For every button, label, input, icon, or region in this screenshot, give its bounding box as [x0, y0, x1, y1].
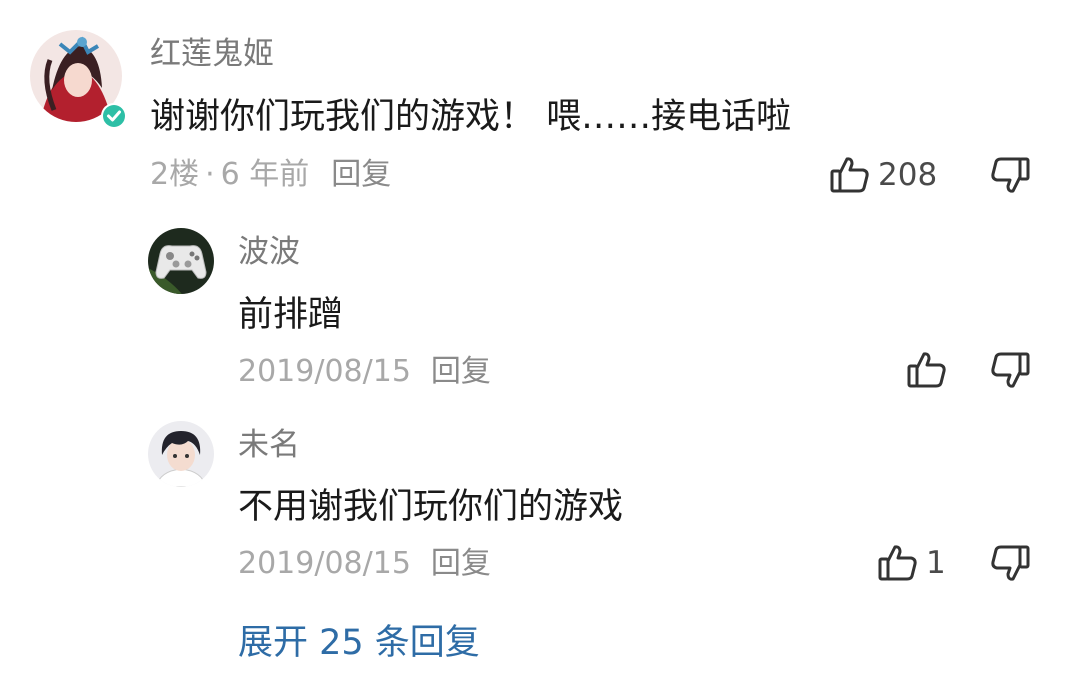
- thumbs-up-icon: [828, 153, 872, 197]
- anime-boy-avatar: [148, 421, 214, 487]
- reply-text: 不用谢我们玩你们的游戏: [238, 487, 624, 527]
- comment-text: 谢谢你们玩我们的游戏！ 喂……接电话啦: [150, 97, 792, 137]
- verified-check-icon: [100, 102, 128, 130]
- like-count: 208: [878, 157, 938, 193]
- like-count: 1: [926, 545, 946, 581]
- comment-author[interactable]: 红莲鬼姬: [150, 34, 274, 74]
- comment-time: 6 年前: [220, 157, 310, 192]
- dislike-button[interactable]: [988, 348, 1032, 392]
- expand-replies-link[interactable]: 展开 25 条回复: [238, 620, 480, 666]
- comment-meta: 2楼 · 6 年前 回复: [150, 155, 391, 195]
- like-button[interactable]: [905, 348, 955, 392]
- thumbs-up-icon: [876, 541, 920, 585]
- reply-meta: 2019/08/15 回复: [238, 544, 491, 584]
- dislike-button[interactable]: [988, 541, 1032, 585]
- like-button[interactable]: 1: [876, 541, 946, 585]
- dislike-button[interactable]: [988, 153, 1032, 197]
- comment-floor: 2楼: [150, 157, 200, 192]
- reply-button[interactable]: 回复: [331, 157, 391, 192]
- like-button[interactable]: 208: [828, 153, 937, 197]
- reply-text: 前排蹭: [238, 295, 344, 335]
- thumbs-down-icon: [988, 153, 1032, 197]
- reply-date: 2019/08/15: [238, 354, 411, 389]
- meta-separator: ·: [205, 157, 215, 192]
- reply-meta: 2019/08/15 回复: [238, 352, 491, 392]
- thumbs-down-icon: [988, 541, 1032, 585]
- reply-date: 2019/08/15: [238, 546, 411, 581]
- reply-author[interactable]: 波波: [238, 232, 300, 272]
- reply-button[interactable]: 回复: [431, 546, 491, 581]
- avatar[interactable]: [148, 228, 214, 294]
- thumbs-down-icon: [988, 348, 1032, 392]
- reply-author[interactable]: 未名: [238, 425, 300, 465]
- gamepad-avatar: [148, 228, 214, 294]
- thumbs-up-icon: [905, 348, 949, 392]
- reply-button[interactable]: 回复: [431, 354, 491, 389]
- avatar[interactable]: [148, 421, 214, 487]
